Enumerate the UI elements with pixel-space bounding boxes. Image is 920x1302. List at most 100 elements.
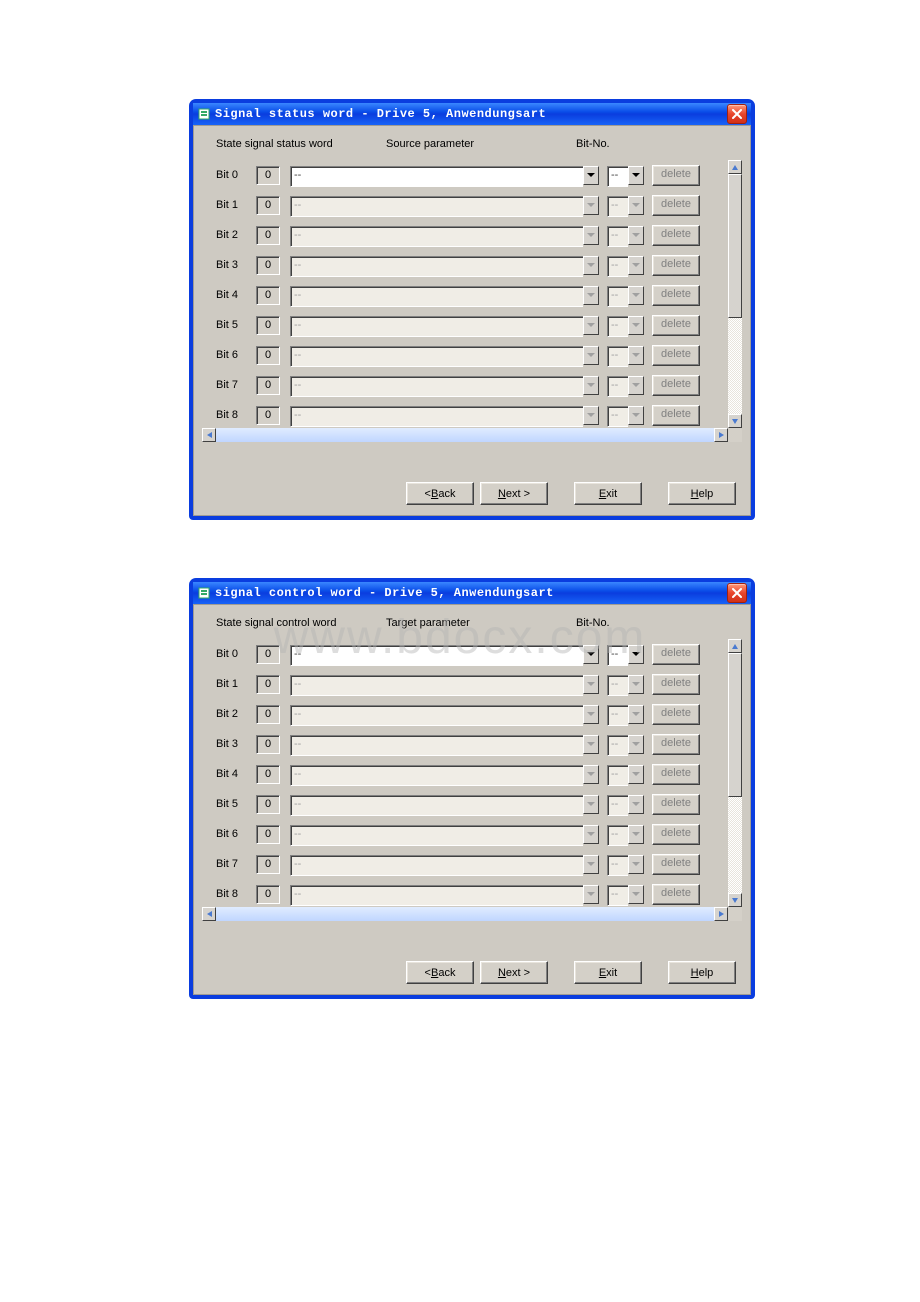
vertical-scrollbar[interactable] <box>728 639 742 907</box>
bitno-combo[interactable]: -- <box>607 675 644 694</box>
param-combo[interactable]: -- <box>290 316 599 335</box>
scroll-track[interactable] <box>216 428 714 442</box>
delete-button[interactable]: delete <box>652 854 700 875</box>
header-bitno: Bit-No. <box>576 138 656 150</box>
delete-button[interactable]: delete <box>652 644 700 665</box>
delete-button[interactable]: delete <box>652 225 700 246</box>
bitno-combo[interactable]: -- <box>607 226 644 245</box>
bitno-combo[interactable]: -- <box>607 196 644 215</box>
scroll-thumb[interactable] <box>728 653 742 797</box>
dropdown-icon[interactable] <box>628 166 644 185</box>
delete-button[interactable]: delete <box>652 674 700 695</box>
state-value: 0 <box>256 765 280 784</box>
app-icon <box>197 107 211 121</box>
dropdown-icon[interactable] <box>628 645 644 664</box>
scroll-track[interactable] <box>216 907 714 921</box>
bitno-combo[interactable]: -- <box>607 855 644 874</box>
scroll-right-button[interactable] <box>714 907 728 921</box>
scroll-down-button[interactable] <box>728 414 742 428</box>
delete-button[interactable]: delete <box>652 315 700 336</box>
horizontal-scrollbar[interactable] <box>202 907 742 921</box>
bitno-value: -- <box>607 825 628 846</box>
scroll-up-button[interactable] <box>728 160 742 174</box>
bitno-combo[interactable]: -- <box>607 885 644 904</box>
bitno-combo[interactable]: -- <box>607 346 644 365</box>
bitno-combo[interactable]: -- <box>607 166 644 185</box>
close-button[interactable] <box>727 583 747 603</box>
exit-button[interactable]: Exit <box>574 482 642 505</box>
back-button[interactable]: < Back <box>406 482 474 505</box>
scroll-track[interactable] <box>728 653 742 893</box>
dropdown-icon[interactable] <box>583 645 599 664</box>
scroll-right-button[interactable] <box>714 428 728 442</box>
param-combo[interactable]: -- <box>290 256 599 275</box>
param-combo[interactable]: -- <box>290 675 599 694</box>
param-combo[interactable]: -- <box>290 825 599 844</box>
bit-row: Bit 30----delete <box>216 250 728 280</box>
bit-label: Bit 2 <box>216 229 256 241</box>
bitno-combo[interactable]: -- <box>607 645 644 664</box>
bitno-combo[interactable]: -- <box>607 825 644 844</box>
bitno-combo[interactable]: -- <box>607 286 644 305</box>
help-button[interactable]: Help <box>668 482 736 505</box>
delete-button[interactable]: delete <box>652 345 700 366</box>
bitno-combo[interactable]: -- <box>607 406 644 425</box>
delete-button[interactable]: delete <box>652 255 700 276</box>
delete-button[interactable]: delete <box>652 794 700 815</box>
state-value: 0 <box>256 226 280 245</box>
bitno-combo[interactable]: -- <box>607 705 644 724</box>
delete-button[interactable]: delete <box>652 734 700 755</box>
param-combo[interactable]: -- <box>290 286 599 305</box>
delete-button[interactable]: delete <box>652 884 700 905</box>
delete-button[interactable]: delete <box>652 824 700 845</box>
param-combo[interactable]: -- <box>290 765 599 784</box>
scroll-track[interactable] <box>728 174 742 414</box>
param-combo[interactable]: -- <box>290 885 599 904</box>
delete-button[interactable]: delete <box>652 375 700 396</box>
dropdown-icon[interactable] <box>583 166 599 185</box>
param-combo[interactable]: -- <box>290 166 599 185</box>
next-button[interactable]: Next > <box>480 961 548 984</box>
scroll-corner <box>728 907 742 921</box>
exit-button[interactable]: Exit <box>574 961 642 984</box>
bit-label: Bit 2 <box>216 708 256 720</box>
param-combo[interactable]: -- <box>290 226 599 245</box>
bit-row: Bit 20 -- -- delete <box>216 220 728 250</box>
scroll-down-button[interactable] <box>728 893 742 907</box>
scroll-thumb[interactable] <box>728 174 742 318</box>
vertical-scrollbar[interactable] <box>728 160 742 428</box>
back-button[interactable]: < Back <box>406 961 474 984</box>
dropdown-icon <box>628 735 644 754</box>
scroll-up-button[interactable] <box>728 639 742 653</box>
param-value: -- <box>290 166 583 187</box>
delete-button[interactable]: delete <box>652 165 700 186</box>
param-combo[interactable]: -- <box>290 406 599 425</box>
param-combo[interactable]: -- <box>290 795 599 814</box>
param-combo[interactable]: -- <box>290 196 599 215</box>
param-combo[interactable]: -- <box>290 645 599 664</box>
bitno-combo[interactable]: -- <box>607 735 644 754</box>
param-combo[interactable]: -- <box>290 346 599 365</box>
delete-button[interactable]: delete <box>652 704 700 725</box>
param-combo[interactable]: -- <box>290 735 599 754</box>
bitno-combo[interactable]: -- <box>607 795 644 814</box>
help-button[interactable]: Help <box>668 961 736 984</box>
scroll-left-button[interactable] <box>202 907 216 921</box>
delete-button[interactable]: delete <box>652 405 700 426</box>
bitno-combo[interactable]: -- <box>607 765 644 784</box>
bitno-combo[interactable]: -- <box>607 316 644 335</box>
bitno-combo[interactable]: -- <box>607 256 644 275</box>
close-button[interactable] <box>727 104 747 124</box>
delete-button[interactable]: delete <box>652 764 700 785</box>
bitno-value: -- <box>607 346 628 367</box>
param-combo[interactable]: -- <box>290 855 599 874</box>
next-button[interactable]: Next > <box>480 482 548 505</box>
param-combo[interactable]: -- <box>290 376 599 395</box>
bitno-combo[interactable]: -- <box>607 376 644 395</box>
delete-button[interactable]: delete <box>652 285 700 306</box>
horizontal-scrollbar[interactable] <box>202 428 742 442</box>
param-value: -- <box>290 406 583 427</box>
param-combo[interactable]: -- <box>290 705 599 724</box>
delete-button[interactable]: delete <box>652 195 700 216</box>
scroll-left-button[interactable] <box>202 428 216 442</box>
